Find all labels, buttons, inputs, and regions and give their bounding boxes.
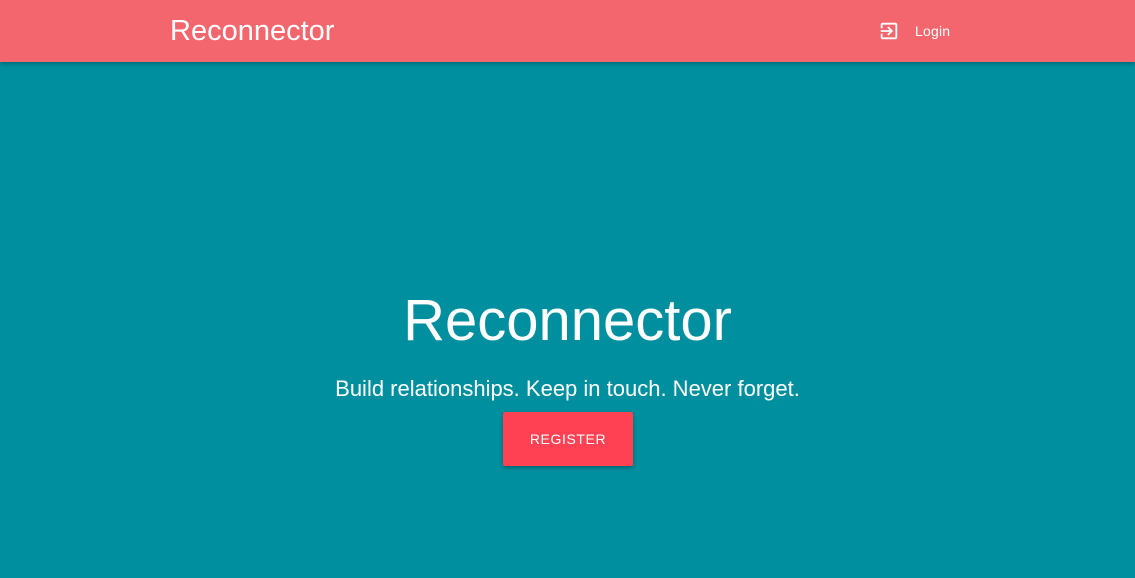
hero-section: Reconnector Build relationships. Keep in… <box>0 62 1135 578</box>
top-app-bar: Reconnector Login <box>0 0 1135 62</box>
hero-title: Reconnector <box>403 288 732 353</box>
hero-tagline: Build relationships. Keep in touch. Neve… <box>335 376 800 401</box>
login-icon <box>878 20 900 42</box>
app-root: Reconnector Login Reconnector Build rela… <box>0 0 1135 578</box>
login-label: Login <box>915 23 951 39</box>
brand-title[interactable]: Reconnector <box>170 14 334 48</box>
register-button[interactable]: REGISTER <box>503 412 633 466</box>
login-button[interactable]: Login <box>868 14 960 48</box>
